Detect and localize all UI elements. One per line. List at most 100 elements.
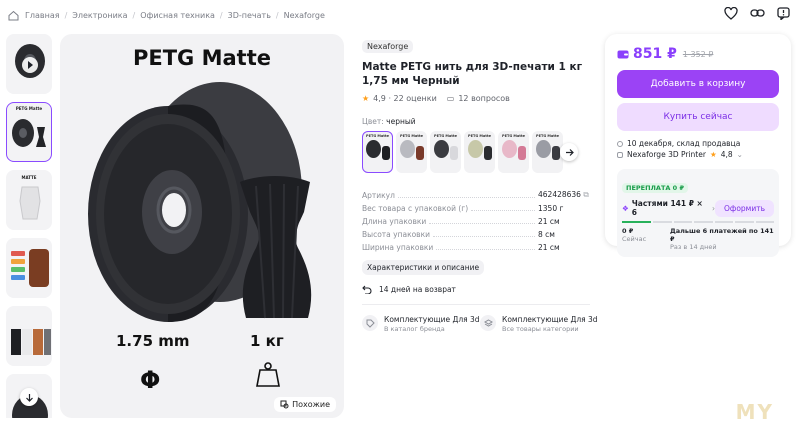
top-actions [722, 4, 792, 22]
spec-key: Высота упаковки [362, 230, 431, 239]
main-product-image[interactable]: PETG Matte 1.75 mm 1 кг Φ Похожие [60, 34, 344, 418]
swatch-caption: PETG Matte [536, 134, 559, 138]
swatches-next-button[interactable] [560, 143, 578, 161]
thumbnail-vase-white[interactable]: MATTE [6, 170, 52, 230]
vase-icon [382, 146, 390, 160]
diameter-icon: Φ [140, 366, 161, 394]
clock-icon [617, 140, 623, 147]
price: 851 ₽ [617, 46, 677, 62]
spec-value: 8 см [538, 230, 555, 239]
vase-icon [552, 146, 560, 160]
thumbnail-list: PETG Matte MATTE [6, 34, 54, 418]
color-label-key: Цвет: [362, 117, 384, 126]
category-link[interactable]: Комплектующие Для 3d Все товары категори… [480, 315, 598, 334]
spec-key: Артикул [362, 191, 395, 200]
price-row: 851 ₽ 1 352 ₽ [617, 46, 779, 62]
installments-label: ❖ Частями 141 ₽ × 6 › [622, 199, 715, 217]
report-icon[interactable] [774, 4, 792, 22]
spec-row: Ширина упаковки 21 см [362, 239, 590, 252]
spec-value: 21 см [538, 217, 560, 226]
questions-link[interactable]: 12 вопросов [458, 94, 510, 103]
thumbnails-scroll-down-button[interactable] [20, 388, 38, 406]
returns-text[interactable]: 14 дней на возврат [379, 285, 456, 294]
color-swatch[interactable]: PETG Matte [396, 131, 427, 173]
spec-key: Ширина упаковки [362, 243, 434, 252]
payment-schedule: 0 ₽ Сейчас Дальше 6 платежей по 141 ₽ Ра… [622, 227, 774, 251]
breadcrumb-item[interactable]: Главная [25, 11, 60, 20]
color-swatch[interactable]: PETG Matte [498, 131, 529, 173]
breadcrumb-item[interactable]: Nexaforge [284, 11, 325, 20]
returns-row: 14 дней на возврат [362, 284, 590, 294]
swatch-caption: PETG Matte [366, 134, 389, 138]
spool-icon [502, 140, 517, 158]
swatch-caption: PETG Matte [468, 134, 491, 138]
brand-catalog-link[interactable]: Комплектующие Для 3d В каталог бренда [362, 315, 480, 334]
spool-icon [468, 140, 483, 158]
color-swatch[interactable]: PETG Matte [362, 131, 393, 173]
thumbnail-main[interactable]: PETG Matte [6, 102, 52, 162]
spec-row: Вес товара с упаковкой (г) 1350 г [362, 200, 590, 213]
breadcrumb-separator: / [132, 10, 136, 20]
thumbnail-spools[interactable] [6, 306, 52, 366]
rating-row: ★ 4,9 · 22 оценки ▭ 12 вопросов [362, 94, 590, 103]
pay-now-amount: 0 ₽ [622, 227, 634, 235]
old-price: 1 352 ₽ [682, 49, 714, 59]
watermark: MY [735, 400, 774, 424]
rating-text[interactable]: 4,9 · 22 оценки [373, 94, 437, 103]
installments-block: ПЕРЕПЛАТА 0 ₽ ❖ Частями 141 ₽ × 6 › Офор… [617, 169, 779, 257]
heart-icon[interactable] [722, 4, 740, 22]
spec-value: 1350 г [538, 204, 564, 213]
tag-icon [362, 315, 378, 331]
pay-later-label: Раз в 14 дней [670, 243, 717, 251]
share-link-icon[interactable] [748, 4, 766, 22]
thumbnail-video[interactable] [6, 34, 52, 94]
buy-now-button[interactable]: Купить сейчас [617, 103, 779, 131]
brand-badge[interactable]: Nexaforge [362, 40, 414, 53]
delivery-info: 10 декабря, склад продавца Nexaforge 3D … [617, 138, 779, 160]
chevron-down-icon[interactable]: ⌄ [737, 149, 743, 160]
swatch-caption: PETG Matte [434, 134, 457, 138]
vase-icon [484, 146, 492, 160]
copy-icon[interactable]: ⧉ [583, 190, 588, 199]
brand-catalog-subtitle: В каталог бренда [384, 325, 445, 333]
spool-icon [400, 140, 415, 158]
category-title: Комплектующие Для 3d [502, 315, 598, 324]
brand-catalog-title: Комплектующие Для 3d [384, 315, 480, 324]
layers-icon [480, 315, 496, 331]
similar-icon [280, 400, 289, 409]
spool-icon [434, 140, 449, 158]
vase-icon [450, 146, 458, 160]
breadcrumb-item[interactable]: Электроника [72, 11, 127, 20]
breadcrumb-item[interactable]: 3D-печать [228, 11, 271, 20]
current-price: 851 ₽ [633, 46, 677, 62]
swatch-caption: PETG Matte [400, 134, 423, 138]
spec-row: Высота упаковки 8 см [362, 226, 590, 239]
similar-button[interactable]: Похожие [274, 397, 336, 412]
divider [362, 304, 590, 305]
spec-row: Длина упаковки 21 см [362, 213, 590, 226]
buy-panel: 851 ₽ 1 352 ₽ Добавить в корзину Купить … [605, 34, 791, 257]
diameter-label: 1.75 mm [116, 332, 190, 350]
catalog-links: Комплектующие Для 3d В каталог бренда Ко… [362, 315, 598, 334]
vase-icon [416, 146, 424, 160]
add-to-cart-button[interactable]: Добавить в корзину [617, 70, 779, 98]
pay-later-amount: Дальше 6 платежей по 141 ₽ [670, 227, 774, 243]
home-icon[interactable] [8, 10, 19, 21]
seller-row[interactable]: Nexaforge 3D Printer ★ 4,8 ⌄ [617, 149, 779, 160]
color-swatch[interactable]: PETG Matte [464, 131, 495, 173]
specs-and-description-button[interactable]: Характеристики и описание [362, 260, 485, 275]
color-swatch[interactable]: PETG Matte [532, 131, 563, 173]
seller-rating: 4,8 [720, 150, 733, 159]
star-icon: ★ [362, 94, 370, 103]
split-icon: ❖ [622, 203, 629, 213]
weight-icon [256, 362, 280, 387]
seller-name[interactable]: Nexaforge 3D Printer [627, 149, 706, 160]
vase-icon [518, 146, 526, 160]
breadcrumb-separator: / [64, 10, 68, 20]
color-swatches: PETG Matte PETG Matte PETG Matte PETG Matte… [362, 131, 590, 173]
thumbnail-infographic[interactable] [6, 238, 52, 298]
product-info: Nexaforge Matte PETG нить для 3D-печати … [362, 34, 598, 334]
color-swatch[interactable]: PETG Matte [430, 131, 461, 173]
order-button[interactable]: Оформить [715, 199, 774, 217]
breadcrumb-item[interactable]: Офисная техника [140, 11, 215, 20]
